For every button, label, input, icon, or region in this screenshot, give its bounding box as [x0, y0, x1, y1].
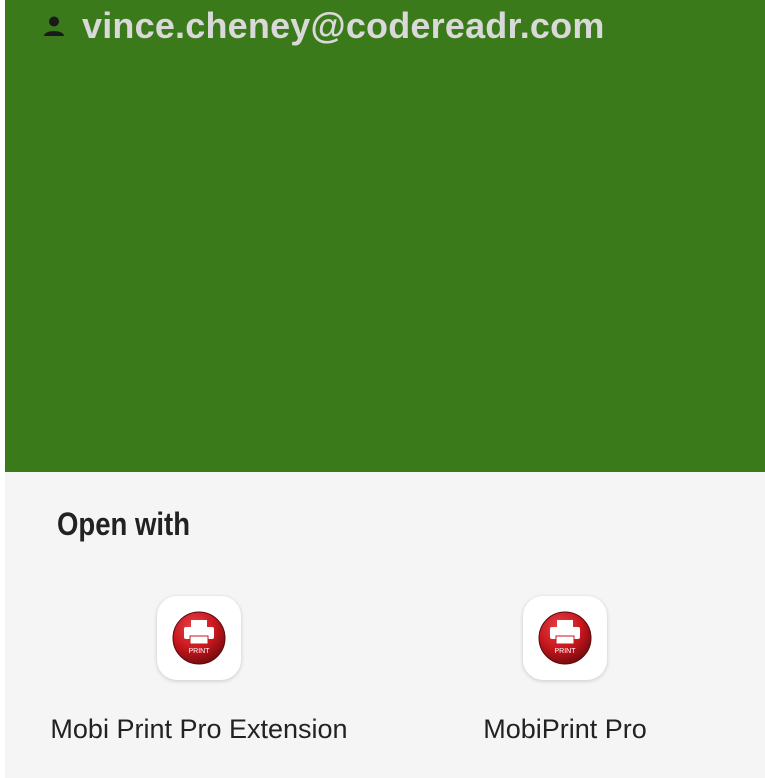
sheet-title: Open with [57, 506, 191, 542]
person-icon [44, 16, 64, 36]
app-label: MobiPrint Pro [483, 714, 647, 744]
open-with-sheet: Open with PRINT Mobi Print Pro Extension… [5, 472, 765, 778]
account-row: vince.cheney@codereadr.com [42, 4, 605, 48]
app-label: Mobi Print Pro Extension [50, 714, 348, 744]
account-email: vince.cheney@codereadr.com [82, 5, 605, 46]
print-icon-text: PRINT [189, 648, 211, 655]
print-app-icon: PRINT [157, 596, 241, 680]
app-option-mobi-print-pro-extension[interactable]: PRINT Mobi Print Pro Extension [29, 596, 369, 756]
print-icon-text: PRINT [555, 648, 577, 655]
print-app-icon: PRINT [523, 596, 607, 680]
background-panel: vince.cheney@codereadr.com [5, 0, 765, 472]
app-option-mobiprint-pro[interactable]: PRINT MobiPrint Pro [417, 596, 757, 756]
screen: vince.cheney@codereadr.com Open with PRI… [5, 0, 765, 778]
